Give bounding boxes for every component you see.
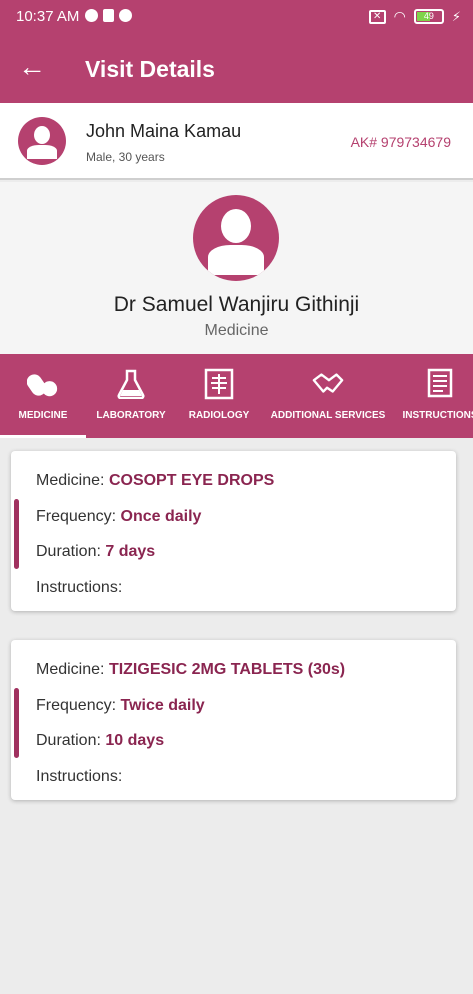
trash-icon bbox=[103, 9, 114, 22]
xray-icon bbox=[203, 368, 235, 400]
medicine-value: TIZIGESIC 2MG TABLETS (30s) bbox=[108, 661, 346, 678]
frequency-label: Frequency: bbox=[36, 508, 117, 525]
medicine-row: Medicine: TIZIGESIC 2MG TABLETS (30s) bbox=[36, 661, 345, 679]
patient-avatar bbox=[18, 117, 66, 165]
account-number: AK# 979734679 bbox=[350, 134, 451, 150]
page-title: Visit Details bbox=[85, 56, 215, 82]
patient-header: John Maina Kamau Male, 30 years AK# 9797… bbox=[0, 103, 473, 180]
document-icon bbox=[424, 368, 456, 400]
tab-label: LABORATORY bbox=[96, 410, 166, 421]
duration-label: Duration: bbox=[36, 732, 101, 749]
doctor-avatar bbox=[193, 195, 279, 281]
flask-icon bbox=[115, 368, 147, 400]
instructions-label: Instructions: bbox=[36, 768, 123, 785]
medicine-label: Medicine: bbox=[36, 661, 105, 678]
tab-additional-services[interactable]: ADDITIONAL SERVICES bbox=[262, 354, 394, 438]
doctor-section: Dr Samuel Wanjiru Githinji Medicine bbox=[0, 182, 473, 354]
wifi-icon: ◠ bbox=[393, 8, 406, 24]
tab-bar: MEDICINE LABORATORY RADIOLOGY ADDITIONAL… bbox=[0, 354, 473, 438]
back-arrow-icon[interactable]: ← bbox=[18, 52, 46, 82]
instructions-row: Instructions: bbox=[36, 768, 122, 786]
frequency-value: Once daily bbox=[120, 508, 202, 525]
frequency-value: Twice daily bbox=[120, 697, 205, 714]
duration-label: Duration: bbox=[36, 543, 101, 560]
pills-icon bbox=[27, 368, 59, 400]
notification-icon bbox=[85, 9, 98, 22]
medicine-row: Medicine: COSOPT EYE DROPS bbox=[36, 472, 274, 490]
frequency-row: Frequency: Twice daily bbox=[36, 697, 205, 715]
doctor-department: Medicine bbox=[204, 322, 269, 339]
tab-label: MEDICINE bbox=[18, 410, 68, 421]
battery-icon: 49 bbox=[413, 9, 444, 24]
status-time: 10:37 AM bbox=[16, 8, 80, 25]
card-accent-bar bbox=[14, 499, 19, 569]
patient-name: John Maina Kamau bbox=[86, 121, 242, 141]
doctor-name: Dr Samuel Wanjiru Githinji bbox=[113, 293, 360, 316]
tab-label: INSTRUCTIONS bbox=[402, 410, 473, 421]
card-accent-bar bbox=[14, 688, 19, 758]
medicine-value: COSOPT EYE DROPS bbox=[108, 472, 275, 489]
notification-icon bbox=[119, 9, 132, 22]
duration-row: Duration: 7 days bbox=[36, 543, 155, 561]
instructions-label: Instructions: bbox=[36, 579, 123, 596]
tab-label: RADIOLOGY bbox=[188, 410, 250, 421]
charging-icon: ⚡ bbox=[451, 8, 461, 24]
duration-value: 7 days bbox=[105, 543, 156, 560]
tab-instructions[interactable]: INSTRUCTIONS bbox=[394, 354, 473, 438]
notification-icons bbox=[85, 9, 132, 22]
instructions-row: Instructions: bbox=[36, 579, 122, 597]
status-bar: 10:37 AM ✕ ◠ 49 ⚡ bbox=[0, 0, 473, 35]
system-icons: ✕ ◠ 49 ⚡ bbox=[368, 8, 461, 25]
tab-radiology[interactable]: RADIOLOGY bbox=[176, 354, 262, 438]
medicine-label: Medicine: bbox=[36, 472, 105, 489]
battery-level: 49 bbox=[423, 11, 434, 21]
tab-label: ADDITIONAL SERVICES bbox=[270, 410, 386, 421]
app-bar: ← Visit Details bbox=[0, 35, 473, 103]
handshake-icon bbox=[312, 368, 344, 400]
duration-row: Duration: 10 days bbox=[36, 732, 164, 750]
tab-medicine[interactable]: MEDICINE bbox=[0, 354, 86, 438]
no-sim-icon: ✕ bbox=[368, 9, 386, 24]
patient-details: Male, 30 years bbox=[86, 150, 165, 164]
medication-card: Medicine: COSOPT EYE DROPS Frequency: On… bbox=[11, 451, 456, 611]
frequency-label: Frequency: bbox=[36, 697, 117, 714]
tab-laboratory[interactable]: LABORATORY bbox=[86, 354, 176, 438]
duration-value: 10 days bbox=[105, 732, 165, 749]
medication-card: Medicine: TIZIGESIC 2MG TABLETS (30s) Fr… bbox=[11, 640, 456, 800]
frequency-row: Frequency: Once daily bbox=[36, 508, 201, 526]
